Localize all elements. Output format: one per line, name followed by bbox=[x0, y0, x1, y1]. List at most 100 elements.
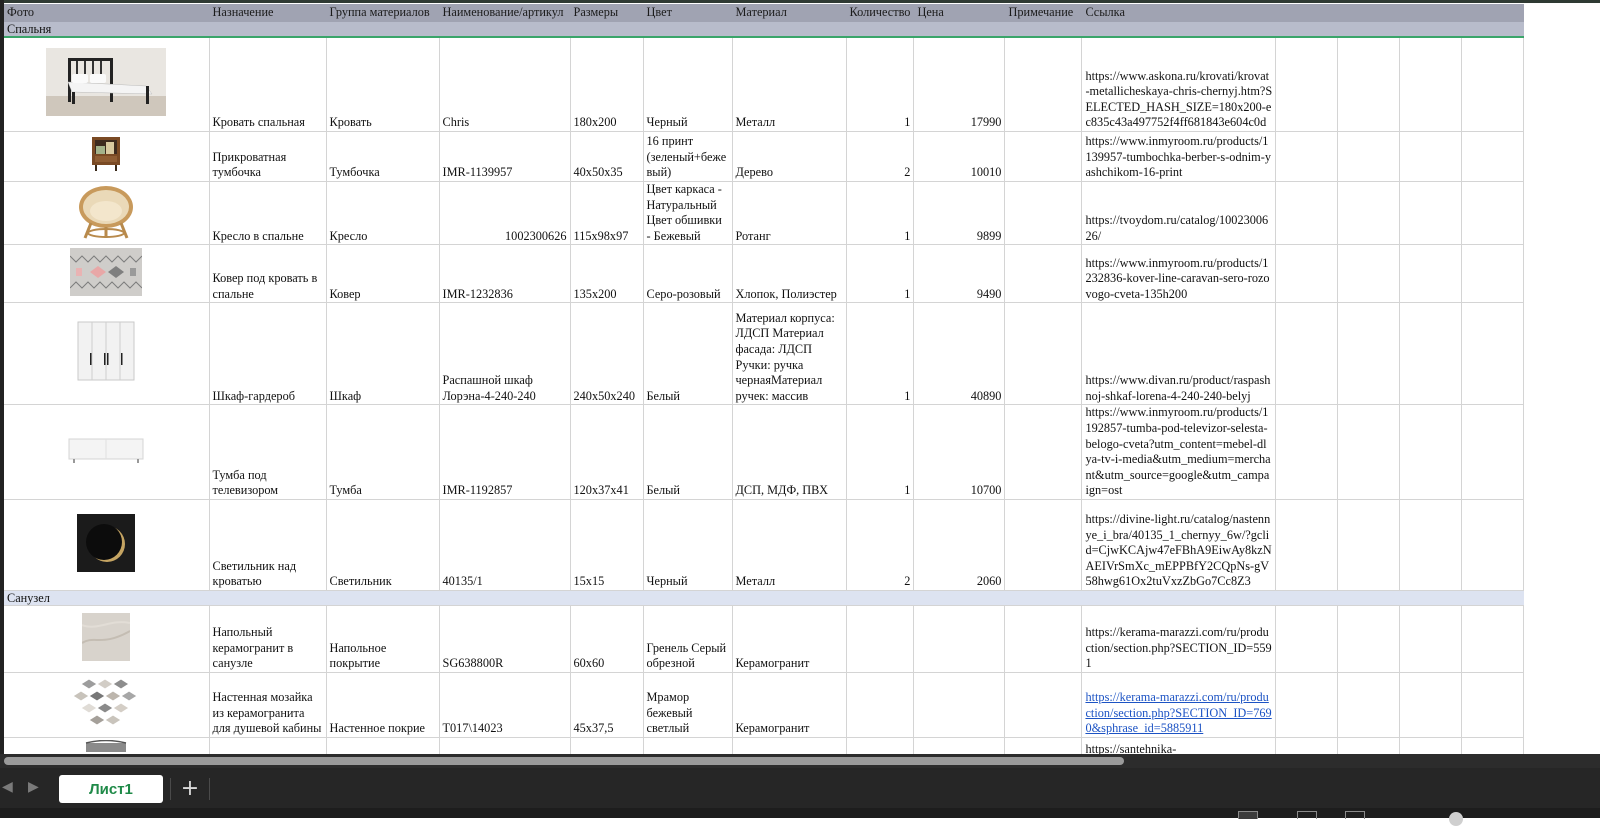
empty-cell[interactable] bbox=[1399, 302, 1463, 406]
group-cell[interactable]: Кресло bbox=[326, 181, 440, 246]
empty-cell[interactable] bbox=[1461, 499, 1525, 591]
sheet-tab-list1[interactable]: Лист1 bbox=[59, 775, 163, 803]
header-cell[interactable]: Наименование/артикул bbox=[439, 4, 571, 22]
note-cell[interactable] bbox=[1004, 181, 1083, 246]
color-cell[interactable]: Серо-розовый bbox=[643, 244, 733, 304]
quantity-cell[interactable]: 1 bbox=[846, 404, 915, 500]
group-cell[interactable]: Кровать bbox=[326, 37, 440, 132]
size-cell[interactable]: 15x15 bbox=[570, 499, 644, 591]
link-cell[interactable]: https://www.inmyroom.ru/products/1232836… bbox=[1081, 244, 1277, 304]
section-title[interactable]: Спальня bbox=[4, 22, 1525, 38]
link-cell[interactable]: https://www.inmyroom.ru/products/1139957… bbox=[1081, 131, 1277, 182]
color-cell[interactable]: Цвет каркаса - Натуральный Цвет обшивки … bbox=[643, 181, 733, 246]
horizontal-scrollbar[interactable] bbox=[0, 754, 1600, 768]
purpose-cell[interactable]: Напольный керамогранит в санузле bbox=[209, 605, 327, 673]
empty-cell[interactable] bbox=[1399, 672, 1463, 738]
header-cell[interactable]: Цена bbox=[913, 4, 1006, 22]
empty-cell[interactable] bbox=[1337, 131, 1401, 182]
group-cell[interactable] bbox=[326, 737, 440, 754]
header-cell[interactable]: Материал bbox=[732, 4, 847, 22]
color-cell[interactable]: Черный bbox=[643, 499, 733, 591]
header-cell[interactable] bbox=[1337, 4, 1401, 22]
quantity-cell[interactable]: 1 bbox=[846, 302, 915, 406]
size-cell[interactable]: 180x200 bbox=[570, 37, 644, 132]
material-cell[interactable]: ДСП, МДФ, ПВХ bbox=[732, 404, 847, 500]
name-cell[interactable]: SG638800R bbox=[439, 605, 571, 673]
purpose-cell[interactable] bbox=[209, 737, 327, 754]
price-cell[interactable]: 10700 bbox=[913, 404, 1006, 500]
photo-cell[interactable] bbox=[4, 131, 210, 182]
link-cell[interactable]: https://divine-light.ru/catalog/nastenny… bbox=[1081, 499, 1277, 591]
header-cell[interactable] bbox=[1399, 4, 1463, 22]
header-cell[interactable] bbox=[1275, 4, 1339, 22]
header-cell[interactable]: Ссылка bbox=[1081, 4, 1277, 22]
link-cell[interactable]: https://kerama-marazzi.com/ru/production… bbox=[1081, 605, 1277, 673]
header-cell[interactable] bbox=[1461, 4, 1525, 22]
name-cell[interactable] bbox=[439, 737, 571, 754]
size-cell[interactable]: 60x60 bbox=[570, 605, 644, 673]
empty-cell[interactable] bbox=[1275, 404, 1339, 500]
photo-cell[interactable] bbox=[4, 37, 210, 132]
group-cell[interactable]: Тумба bbox=[326, 404, 440, 500]
empty-cell[interactable] bbox=[1399, 737, 1463, 754]
name-cell[interactable]: Chris bbox=[439, 37, 571, 132]
material-cell[interactable]: Хлопок, Полиэстер bbox=[732, 244, 847, 304]
name-cell[interactable]: Распашной шкаф Лорэна-4-240-240 bbox=[439, 302, 571, 406]
empty-cell[interactable] bbox=[1461, 404, 1525, 500]
purpose-cell[interactable]: Настенная мозайка из керамогранита для д… bbox=[209, 672, 327, 738]
material-cell[interactable]: Дерево bbox=[732, 131, 847, 182]
photo-cell[interactable] bbox=[4, 499, 210, 591]
header-cell[interactable]: Назначение bbox=[209, 4, 327, 22]
price-cell[interactable]: 9490 bbox=[913, 244, 1006, 304]
quantity-cell[interactable] bbox=[846, 737, 915, 754]
purpose-cell[interactable]: Прикроватная тумбочка bbox=[209, 131, 327, 182]
material-cell[interactable]: Металл bbox=[732, 37, 847, 132]
empty-cell[interactable] bbox=[1461, 672, 1525, 738]
purpose-cell[interactable]: Кровать спальная bbox=[209, 37, 327, 132]
color-cell[interactable]: Гренель Серый обрезной bbox=[643, 605, 733, 673]
section-title[interactable]: Санузел bbox=[4, 590, 1525, 606]
color-cell[interactable]: 16 принт (зеленый+бежевый) bbox=[643, 131, 733, 182]
empty-cell[interactable] bbox=[1337, 404, 1401, 500]
empty-cell[interactable] bbox=[1275, 672, 1339, 738]
empty-cell[interactable] bbox=[1337, 302, 1401, 406]
link-cell[interactable]: https://santehnika- bbox=[1081, 737, 1277, 754]
empty-cell[interactable] bbox=[1399, 37, 1463, 132]
header-cell[interactable]: Размеры bbox=[570, 4, 644, 22]
empty-cell[interactable] bbox=[1461, 244, 1525, 304]
header-cell[interactable]: Примечание bbox=[1004, 4, 1083, 22]
link-cell[interactable]: https://www.divan.ru/product/raspashnoj-… bbox=[1081, 302, 1277, 406]
empty-cell[interactable] bbox=[1399, 499, 1463, 591]
photo-cell[interactable] bbox=[4, 302, 210, 406]
empty-cell[interactable] bbox=[1461, 302, 1525, 406]
price-cell[interactable]: 9899 bbox=[913, 181, 1006, 246]
header-cell[interactable]: Количество bbox=[846, 4, 915, 22]
price-cell[interactable] bbox=[913, 737, 1006, 754]
empty-cell[interactable] bbox=[1275, 302, 1339, 406]
empty-cell[interactable] bbox=[1399, 605, 1463, 673]
empty-cell[interactable] bbox=[1275, 605, 1339, 673]
size-cell[interactable]: 135x200 bbox=[570, 244, 644, 304]
price-cell[interactable]: 10010 bbox=[913, 131, 1006, 182]
quantity-cell[interactable]: 1 bbox=[846, 37, 915, 132]
size-cell[interactable]: 115x98x97 bbox=[570, 181, 644, 246]
empty-cell[interactable] bbox=[1337, 605, 1401, 673]
empty-cell[interactable] bbox=[1337, 37, 1401, 132]
name-cell[interactable]: 40135/1 bbox=[439, 499, 571, 591]
material-cell[interactable]: Материал корпуса: ЛДСП Материал фасада: … bbox=[732, 302, 847, 406]
group-cell[interactable]: Ковер bbox=[326, 244, 440, 304]
photo-cell[interactable] bbox=[4, 181, 210, 246]
empty-cell[interactable] bbox=[1337, 244, 1401, 304]
note-cell[interactable] bbox=[1004, 737, 1083, 754]
note-cell[interactable] bbox=[1004, 404, 1083, 500]
empty-cell[interactable] bbox=[1399, 244, 1463, 304]
price-cell[interactable]: 17990 bbox=[913, 37, 1006, 132]
quantity-cell[interactable] bbox=[846, 605, 915, 673]
empty-cell[interactable] bbox=[1399, 404, 1463, 500]
empty-cell[interactable] bbox=[1275, 737, 1339, 754]
group-cell[interactable]: Напольное покрытие bbox=[326, 605, 440, 673]
scroll-tabs-left-icon[interactable]: ◀ bbox=[2, 779, 13, 795]
link-cell[interactable]: https://tvoydom.ru/catalog/1002300626/ bbox=[1081, 181, 1277, 246]
empty-cell[interactable] bbox=[1337, 499, 1401, 591]
name-cell[interactable]: IMR-1139957 bbox=[439, 131, 571, 182]
